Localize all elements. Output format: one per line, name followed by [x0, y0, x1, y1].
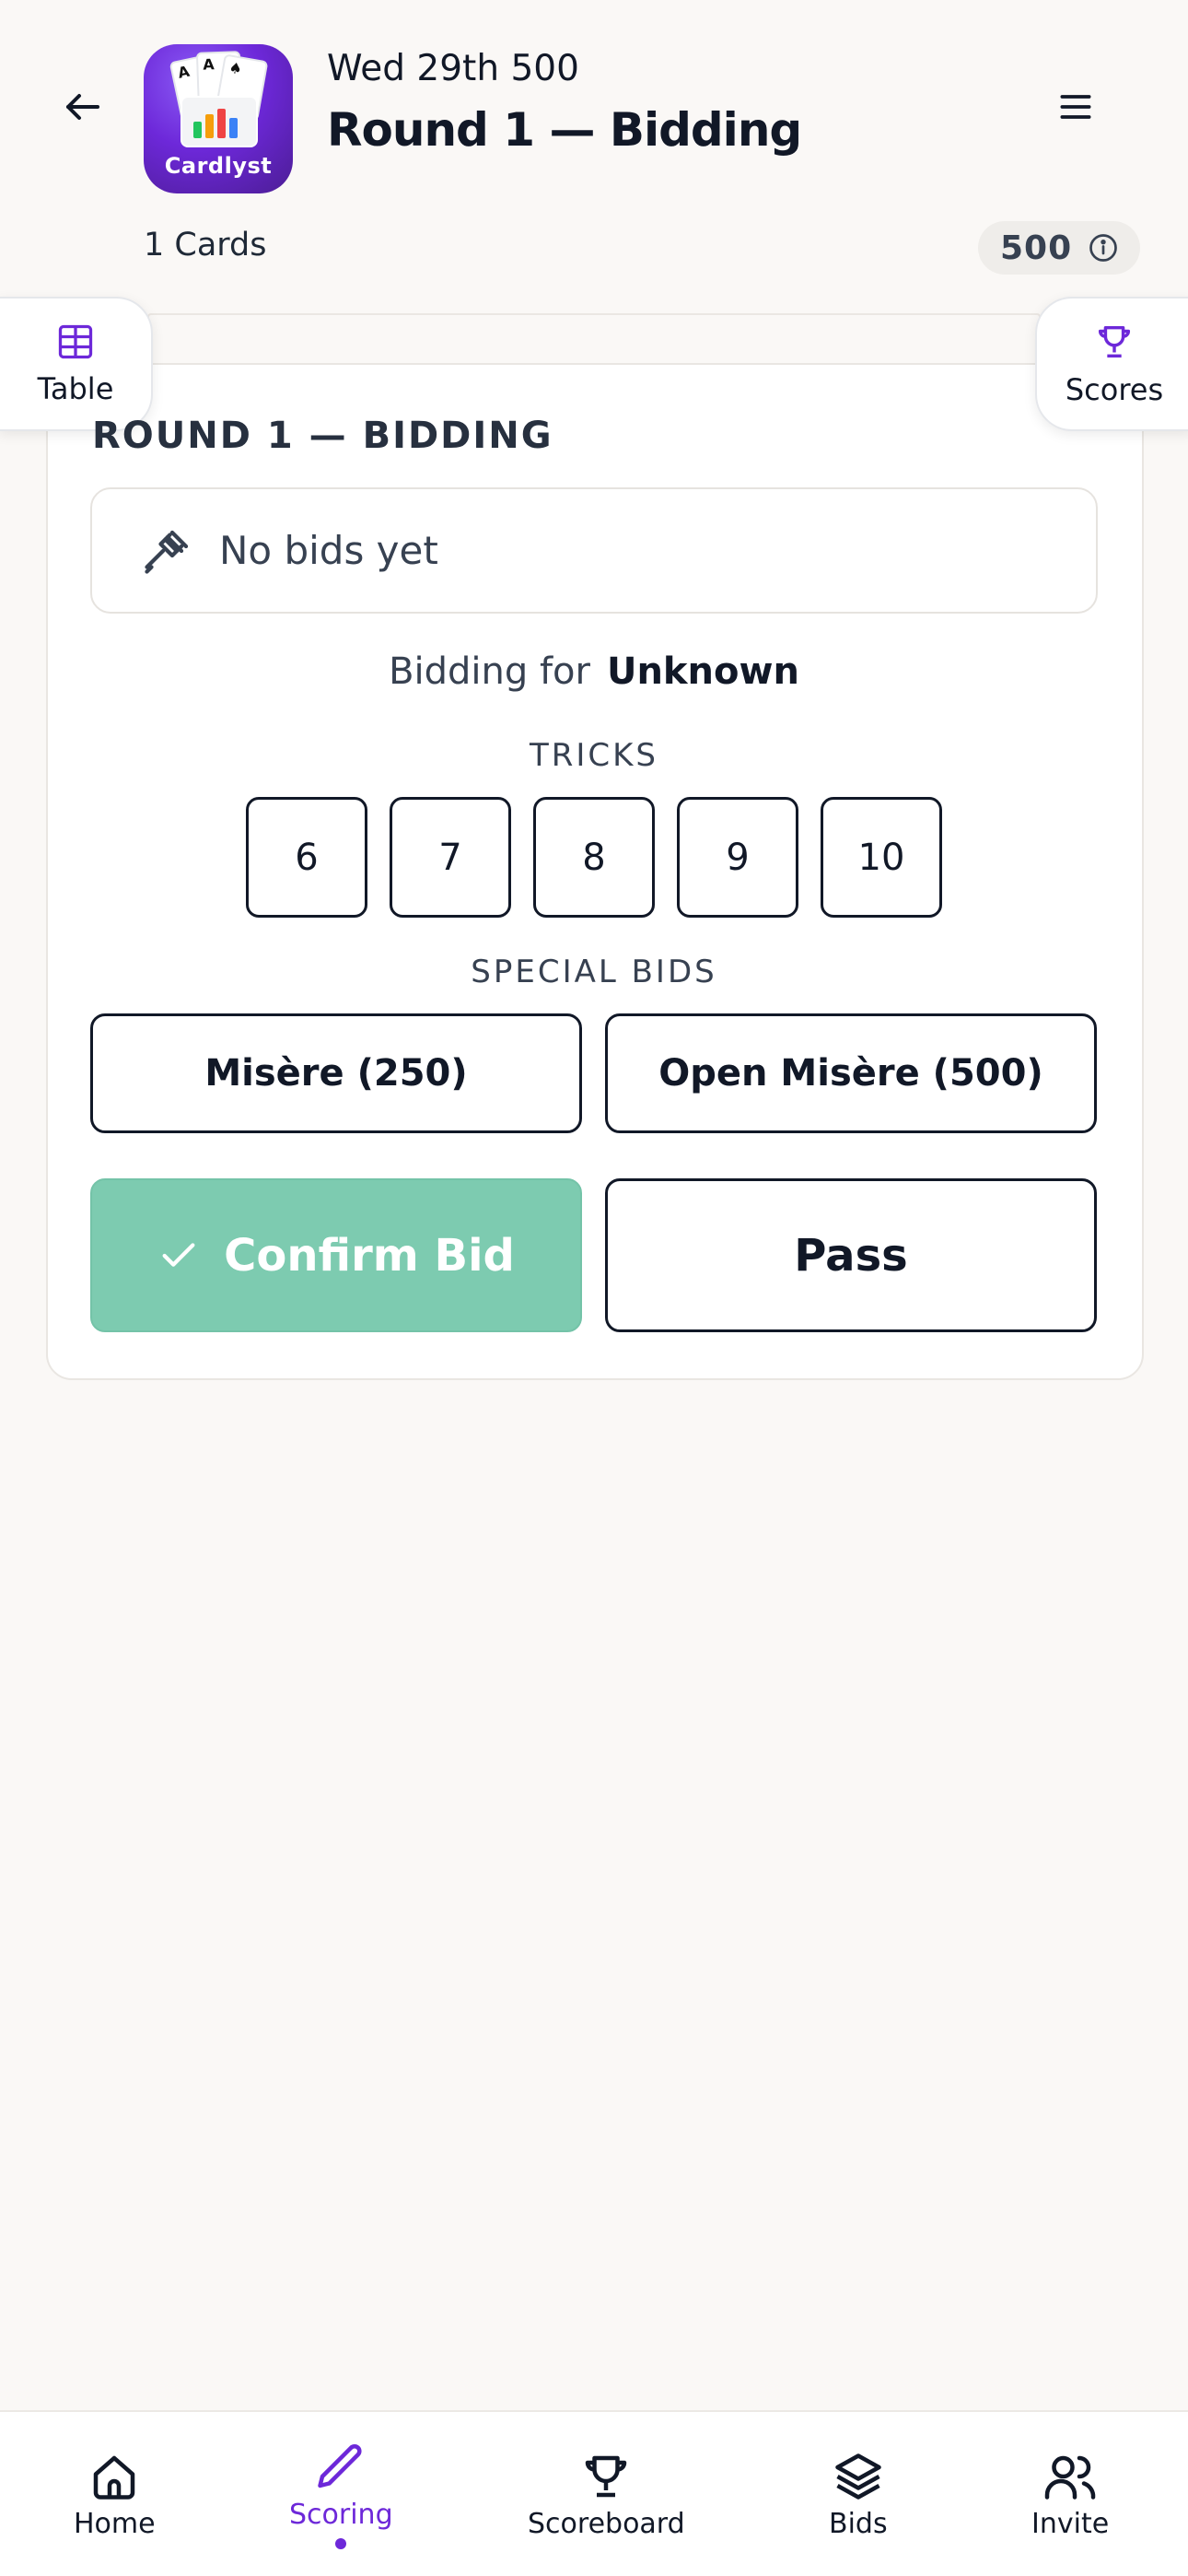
game-subtitle: Wed 29th 500: [327, 48, 579, 89]
home-icon: [94, 2455, 135, 2500]
bidding-for-player: Unknown: [606, 650, 799, 693]
menu-button[interactable]: [1050, 81, 1101, 133]
layers-icon: [835, 2453, 881, 2500]
bidding-for-label: Bidding for: [389, 650, 590, 693]
no-bids-text: No bids yet: [219, 528, 438, 573]
trick-6-button[interactable]: 6: [246, 797, 367, 918]
users-icon: [1044, 2455, 1096, 2500]
gavel-icon: [145, 530, 189, 574]
app-icon: A A ♠ Cardlyst: [144, 44, 293, 193]
info-icon: [1089, 234, 1118, 262]
trick-10-button[interactable]: 10: [821, 797, 942, 918]
nav-scoring-label: Scoring: [289, 2499, 393, 2531]
trophy-icon: [586, 2455, 627, 2498]
open-misere-button[interactable]: Open Misère (500): [605, 1013, 1097, 1133]
bids-status: No bids yet: [90, 487, 1098, 614]
trick-9-button[interactable]: 9: [677, 797, 798, 918]
back-button[interactable]: [57, 81, 109, 133]
cards-count: 1 Cards: [144, 227, 267, 263]
table-tab[interactable]: Table: [0, 297, 153, 431]
hamburger-menu-icon: [1060, 95, 1091, 119]
trick-7-button[interactable]: 7: [390, 797, 511, 918]
pencil-icon: [318, 2443, 362, 2488]
nav-home[interactable]: Home: [74, 2449, 156, 2540]
nav-home-label: Home: [74, 2508, 156, 2540]
table-icon: [58, 324, 93, 359]
trick-8-button[interactable]: 8: [533, 797, 655, 918]
special-bids-title: SPECIAL BIDS: [471, 954, 717, 990]
confirm-bid-button[interactable]: Confirm Bid: [90, 1178, 582, 1332]
target-score-value: 500: [1000, 228, 1073, 267]
nav-invite-label: Invite: [1031, 2508, 1110, 2540]
trophy-icon: [1098, 325, 1131, 358]
scores-tab-label: Scores: [1065, 372, 1164, 407]
confirm-bid-label: Confirm Bid: [224, 1229, 515, 1282]
section-title: ROUND 1 — BIDDING: [92, 415, 553, 457]
arrow-left-icon: [66, 94, 99, 120]
nav-scoreboard-label: Scoreboard: [528, 2508, 685, 2540]
nav-bids-label: Bids: [829, 2508, 888, 2540]
bottom-nav: Home Scoring Scoreboard Bids Invite: [0, 2410, 1188, 2576]
misere-button[interactable]: Misère (250): [90, 1013, 582, 1133]
page: A A ♠ Cardlyst Wed 29th 500 Round 1 — Bi…: [0, 0, 1188, 2576]
page-title: Round 1 — Bidding: [327, 103, 802, 157]
nav-scoring[interactable]: Scoring: [289, 2440, 393, 2549]
tricks-title: TRICKS: [529, 737, 659, 774]
target-score-chip[interactable]: 500: [978, 221, 1141, 275]
pass-button[interactable]: Pass: [605, 1178, 1097, 1332]
tricks-selector: 6 7 8 9 10: [246, 797, 942, 918]
check-icon: [162, 1242, 195, 1267]
bidding-for: Bidding for Unknown: [0, 650, 1188, 693]
scores-tab[interactable]: Scores: [1035, 297, 1188, 431]
active-indicator: [335, 2538, 347, 2549]
nav-bids[interactable]: Bids: [829, 2449, 888, 2540]
app-icon-label: Cardlyst: [164, 153, 273, 179]
table-tab-label: Table: [37, 371, 114, 406]
nav-invite[interactable]: Invite: [1031, 2449, 1109, 2540]
card-stack-edge: [147, 313, 1041, 365]
nav-scoreboard[interactable]: Scoreboard: [528, 2449, 685, 2540]
